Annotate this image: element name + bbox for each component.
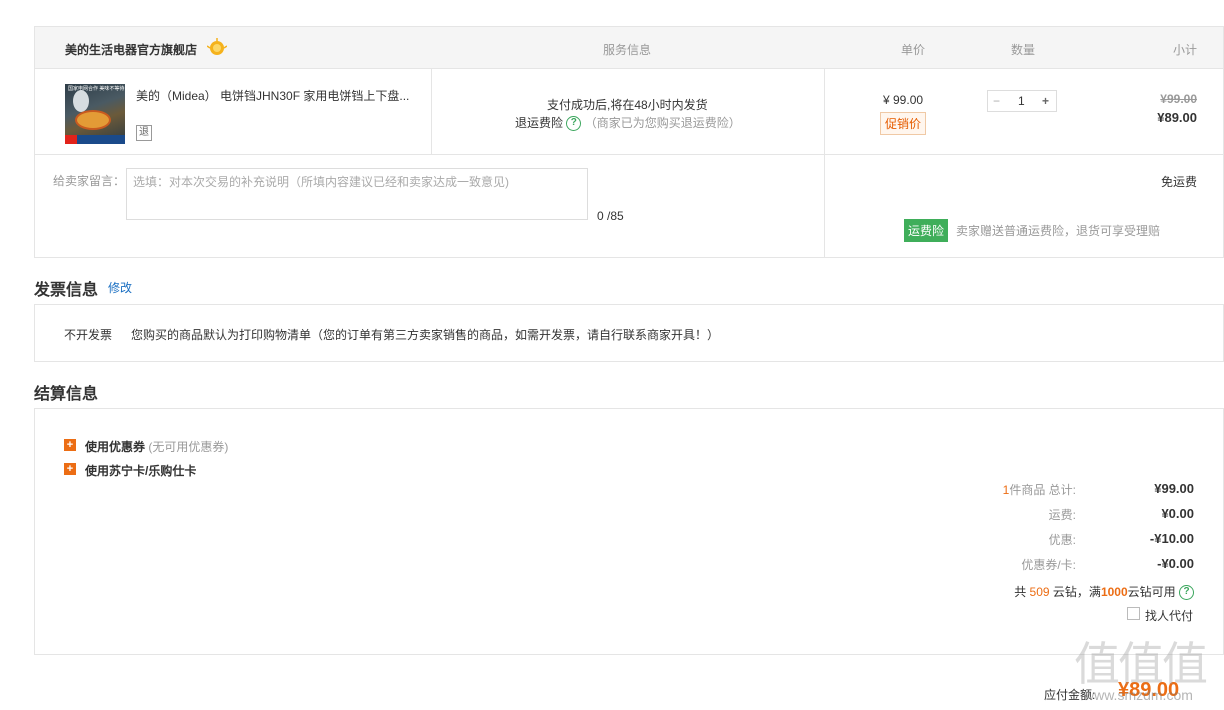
diamond-row: 共 509 云钻，满1000云钻可用 ? bbox=[960, 583, 1194, 601]
shipping-label: 运费: bbox=[1048, 508, 1076, 522]
column-service: 服务信息 bbox=[603, 43, 652, 57]
qty-plus-button[interactable]: + bbox=[1042, 94, 1049, 108]
expand-coupon-icon[interactable]: + bbox=[64, 439, 76, 451]
return-insurance-line: 退运费险 ? （商家已为您购买退运费险） bbox=[515, 114, 741, 132]
return-insurance-note: （商家已为您购买退运费险） bbox=[584, 116, 741, 130]
invoice-edit-link[interactable]: 修改 bbox=[108, 279, 132, 296]
original-subtotal: ¥99.00 bbox=[1160, 92, 1197, 106]
diamond-threshold: 1000 bbox=[1100, 585, 1128, 599]
free-shipping: 免运费 bbox=[1160, 175, 1197, 189]
invoice-note: 您购买的商品默认为打印购物清单（您的订单有第三方卖家销售的商品，如需开发票，请自… bbox=[131, 328, 720, 342]
shipping-promise: 支付成功后,将在48小时内发货 bbox=[547, 98, 708, 112]
subtotal: ¥89.00 bbox=[1157, 110, 1197, 125]
expand-card-icon[interactable]: + bbox=[64, 463, 76, 475]
qty-value[interactable]: 1 bbox=[1018, 94, 1025, 108]
product-thumbnail[interactable]: 国家电网合作 美味不等待 bbox=[65, 84, 125, 144]
diamond-help-icon[interactable]: ? bbox=[1179, 585, 1194, 601]
qty-minus-button[interactable]: − bbox=[993, 94, 1000, 108]
diamond-suffix: 云钻可用 bbox=[1127, 585, 1176, 599]
coupon-card-value: -¥0.00 bbox=[1157, 556, 1194, 571]
product-title[interactable]: 美的（Midea） 电饼铛JHN30F 家用电饼铛上下盘... bbox=[136, 87, 416, 104]
message-label: 给卖家留言： bbox=[53, 174, 126, 188]
quantity-stepper: − 1 + bbox=[987, 90, 1057, 112]
watermark-url: www.smzdm.com bbox=[1084, 687, 1193, 703]
shipping-insurance-note: 卖家赠送普通运费险，退货可享受理赔 bbox=[956, 224, 1161, 238]
shipping-insurance-tag: 运费险 bbox=[904, 219, 949, 242]
promo-price-tag: 促销价 bbox=[880, 112, 927, 135]
coupon-label[interactable]: 使用优惠券 bbox=[85, 440, 145, 454]
discount-value: -¥10.00 bbox=[1149, 531, 1194, 546]
diamond-count: 509 bbox=[1029, 585, 1050, 599]
return-insurance-label: 退运费险 bbox=[515, 116, 564, 130]
order-header: 美的生活电器官方旗舰店 服务信息 单价 数量 小计 bbox=[35, 27, 1223, 69]
return-badge: 退 bbox=[136, 125, 152, 141]
item-count-label: 1件商品 总计: bbox=[956, 481, 1076, 498]
shop-name[interactable]: 美的生活电器官方旗舰店 bbox=[65, 41, 197, 58]
column-subtotal: 小计 bbox=[1173, 43, 1198, 57]
invoice-box: 不开发票 您购买的商品默认为打印购物清单（您的订单有第三方卖家销售的商品，如需开… bbox=[34, 304, 1224, 362]
item-count-text: 件商品 总计: bbox=[1009, 483, 1076, 497]
message-textarea[interactable]: 选填：对本次交易的补充说明（所填内容建议已经和卖家达成一致意见) bbox=[126, 168, 588, 220]
unit-price: ¥ 99.00 bbox=[883, 93, 924, 107]
card-label[interactable]: 使用苏宁卡/乐购仕卡 bbox=[85, 462, 196, 479]
order-item-row: 国家电网合作 美味不等待 美的（Midea） 电饼铛JHN30F 家用电饼铛上下… bbox=[35, 69, 1223, 155]
invoice-title: 发票信息 bbox=[34, 282, 99, 299]
message-row: 给卖家留言： 选填：对本次交易的补充说明（所填内容建议已经和卖家达成一致意见) … bbox=[35, 155, 1223, 257]
message-char-count: 0 /85 bbox=[597, 209, 624, 223]
coupon-row[interactable]: 使用优惠券 (无可用优惠券) bbox=[85, 438, 228, 455]
proxy-pay-checkbox[interactable] bbox=[1127, 607, 1140, 620]
settlement-title: 结算信息 bbox=[34, 386, 99, 403]
diamond-prefix: 共 bbox=[1014, 585, 1027, 599]
coupon-note: (无可用优惠券) bbox=[148, 440, 229, 454]
invoice-type: 不开发票 bbox=[64, 328, 113, 342]
proxy-pay-label[interactable]: 找人代付 bbox=[1145, 607, 1193, 624]
watermark-logo: 值值值 bbox=[1074, 637, 1208, 691]
total-value: ¥99.00 bbox=[1154, 481, 1194, 496]
shipping-value: ¥0.00 bbox=[1161, 506, 1194, 521]
column-quantity: 数量 bbox=[1011, 43, 1036, 57]
shop-badge-icon bbox=[207, 38, 227, 55]
diamond-mid: 云钻，满 bbox=[1052, 585, 1101, 599]
help-icon[interactable]: ? bbox=[566, 116, 582, 132]
discount-label: 优惠: bbox=[1048, 533, 1076, 547]
order-block: 美的生活电器官方旗舰店 服务信息 单价 数量 小计 国家电网合作 美味不等待 美… bbox=[34, 26, 1224, 258]
column-unit-price: 单价 bbox=[901, 43, 926, 57]
coupon-card-label: 优惠券/卡: bbox=[1021, 558, 1076, 572]
